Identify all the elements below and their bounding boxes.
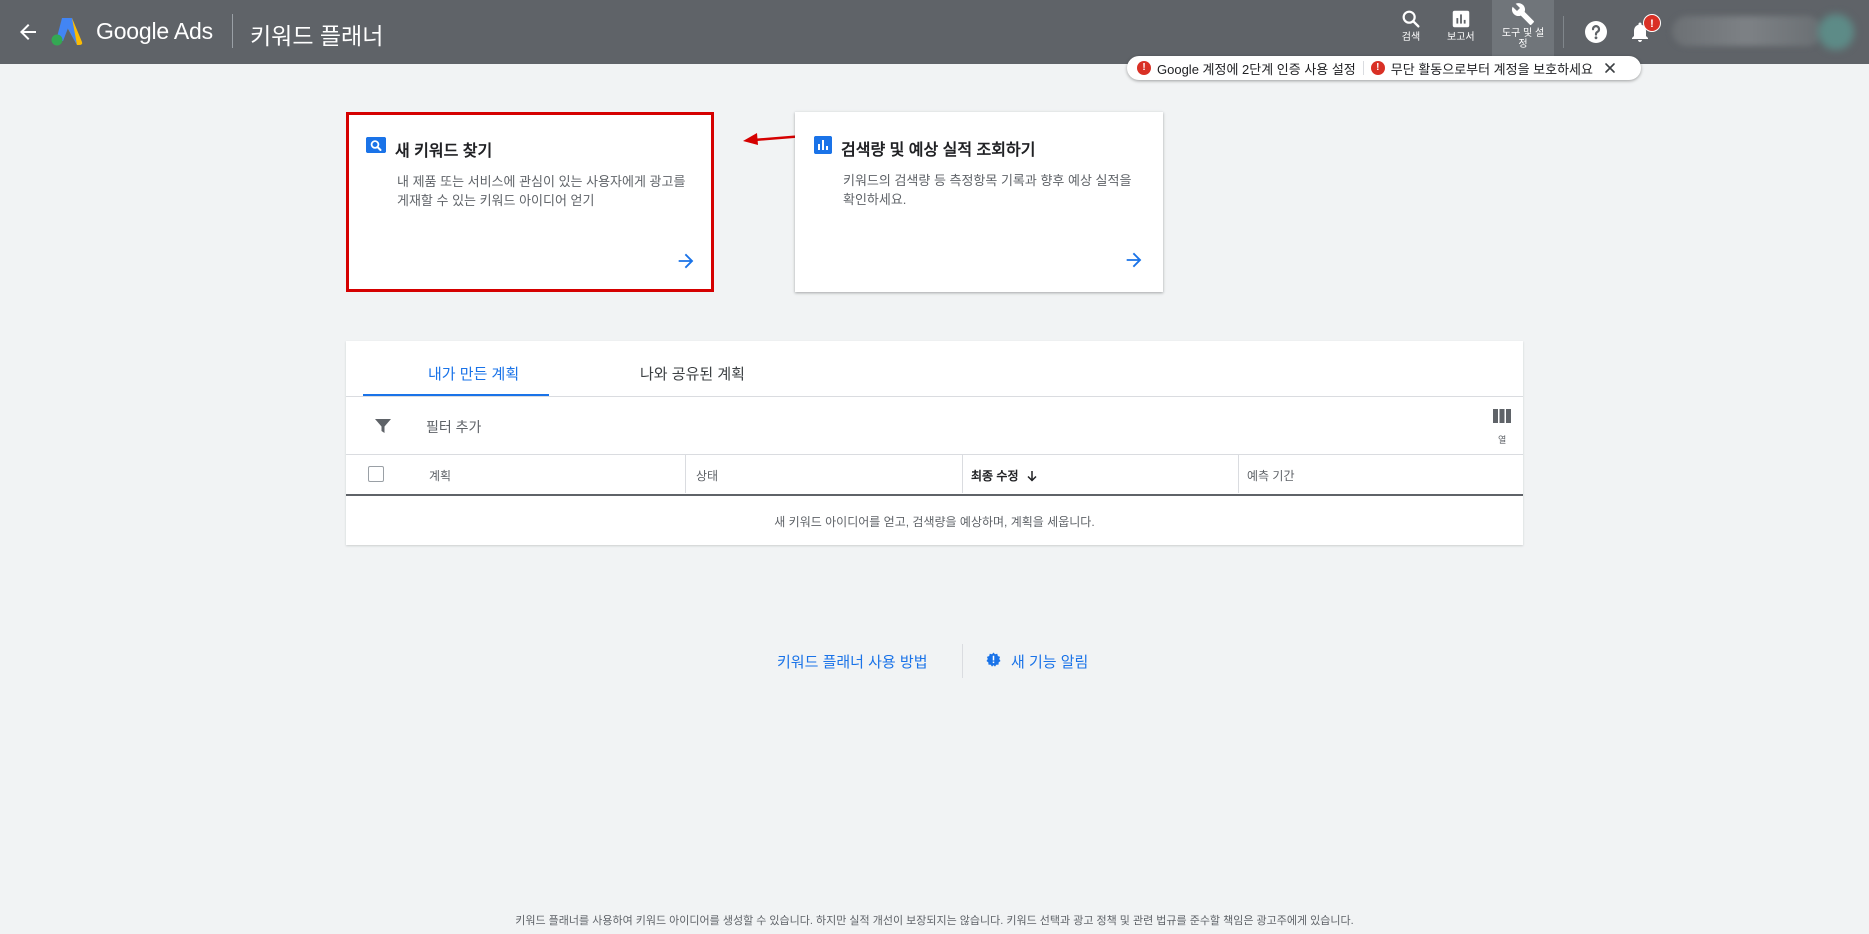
warning-icon: ! xyxy=(1137,61,1151,75)
column-header-last-modified[interactable]: 최종 수정 xyxy=(971,467,1038,484)
footer-separator xyxy=(962,644,963,678)
bar-chart-icon xyxy=(814,136,832,154)
card-description: 키워드의 검색량 등 측정항목 기록과 향후 예상 실적을 확인하세요. xyxy=(843,173,1132,207)
page-title: 키워드 플래너 xyxy=(250,23,384,49)
help-icon[interactable] xyxy=(1584,20,1608,44)
security-item-protect-text: 무단 활동으로부터 계정을 보호하세요 xyxy=(1390,61,1593,77)
find-keywords-card[interactable]: 새 키워드 찾기 내 제품 또는 서비스에 관심이 있는 사용자에게 광고를 게… xyxy=(346,112,714,292)
security-banner: ! Google 계정에 2단계 인증 사용 설정 ! 무단 활동으로부터 계정… xyxy=(1127,56,1641,80)
header-divider xyxy=(232,14,233,48)
reports-icon xyxy=(1452,10,1470,28)
how-to-use-link[interactable]: 키워드 플래너 사용 방법 xyxy=(777,651,928,672)
wrench-icon xyxy=(1511,3,1534,26)
google-ads-logo-icon xyxy=(51,18,83,46)
forecast-card[interactable]: 검색량 및 예상 실적 조회하기 키워드의 검색량 등 측정항목 기록과 향후 … xyxy=(795,112,1163,292)
toolbar-divider xyxy=(346,454,1523,455)
reports-label: 보고서 xyxy=(1447,32,1475,43)
top-app-bar: Google Ads 키워드 플래너 검색 보고서 도구 및 설정 ! xyxy=(0,0,1869,64)
tabs-divider xyxy=(346,396,1523,397)
column-header-status[interactable]: 상태 xyxy=(696,467,718,484)
security-item-2sv-text: Google 계정에 2단계 인증 사용 설정 xyxy=(1157,61,1356,77)
columns-label: 열 xyxy=(1498,435,1507,445)
security-item-2sv[interactable]: ! Google 계정에 2단계 인증 사용 설정 xyxy=(1137,59,1356,78)
filter-icon[interactable] xyxy=(374,417,392,435)
column-header-plan[interactable]: 계획 xyxy=(429,467,451,484)
back-arrow-icon[interactable] xyxy=(16,20,40,44)
product-name: Google Ads xyxy=(96,18,213,44)
arrow-forward-icon[interactable] xyxy=(1123,249,1145,271)
add-filter-button[interactable]: 필터 추가 xyxy=(426,417,481,437)
column-separator xyxy=(685,455,686,493)
account-info-blurred[interactable] xyxy=(1672,16,1822,46)
whats-new-icon xyxy=(986,652,1001,667)
tab-my-plans[interactable]: 내가 만든 계획 xyxy=(428,363,519,384)
whats-new-link[interactable]: 새 기능 알림 xyxy=(1011,651,1088,672)
column-separator xyxy=(1238,455,1239,493)
header-search-button[interactable]: 검색 xyxy=(1400,8,1422,43)
column-header-forecast-period[interactable]: 예측 기간 xyxy=(1247,467,1295,484)
warning-icon: ! xyxy=(1370,61,1385,75)
security-item-protect[interactable]: ! 무단 활동으로부터 계정을 보호하세요 xyxy=(1370,59,1593,78)
header-separator xyxy=(1563,16,1564,48)
tools-label: 도구 및 설정 xyxy=(1501,28,1545,50)
search-icon xyxy=(1402,10,1420,28)
avatar[interactable] xyxy=(1818,14,1854,50)
footer-disclaimer: 키워드 플래너를 사용하여 키워드 아이디어를 생성할 수 있습니다. 하지만 … xyxy=(515,915,1354,927)
search-label: 검색 xyxy=(1401,32,1421,43)
tab-shared-plans[interactable]: 나와 공유된 계획 xyxy=(640,363,745,384)
card-title: 검색량 및 예상 실적 조회하기 xyxy=(841,142,1036,159)
notification-badge: ! xyxy=(1643,14,1661,32)
select-all-checkbox[interactable] xyxy=(368,466,384,482)
card-description: 내 제품 또는 서비스에 관심이 있는 사용자에게 광고를 게재할 수 있는 키… xyxy=(397,174,686,208)
header-bottom-border xyxy=(346,494,1523,496)
search-icon xyxy=(366,137,386,153)
column-header-last-modified-label: 최종 수정 xyxy=(971,469,1019,483)
card-title: 새 키워드 찾기 xyxy=(395,143,493,160)
arrow-forward-icon[interactable] xyxy=(675,250,697,272)
header-reports-button[interactable]: 보고서 xyxy=(1447,8,1475,43)
empty-table-message: 새 키워드 아이디어를 얻고, 검색량을 예상하며, 계획을 세웁니다. xyxy=(774,515,1095,529)
columns-icon[interactable] xyxy=(1493,409,1511,423)
sort-arrow-down-icon xyxy=(1027,471,1037,482)
close-icon[interactable] xyxy=(1603,61,1617,75)
column-separator xyxy=(962,455,963,493)
plans-panel: 내가 만든 계획 나와 공유된 계획 필터 추가 열 계획 상태 최종 수정 예… xyxy=(346,341,1523,545)
banner-separator xyxy=(1362,61,1364,75)
header-tools-button[interactable]: 도구 및 설정 xyxy=(1496,2,1550,50)
